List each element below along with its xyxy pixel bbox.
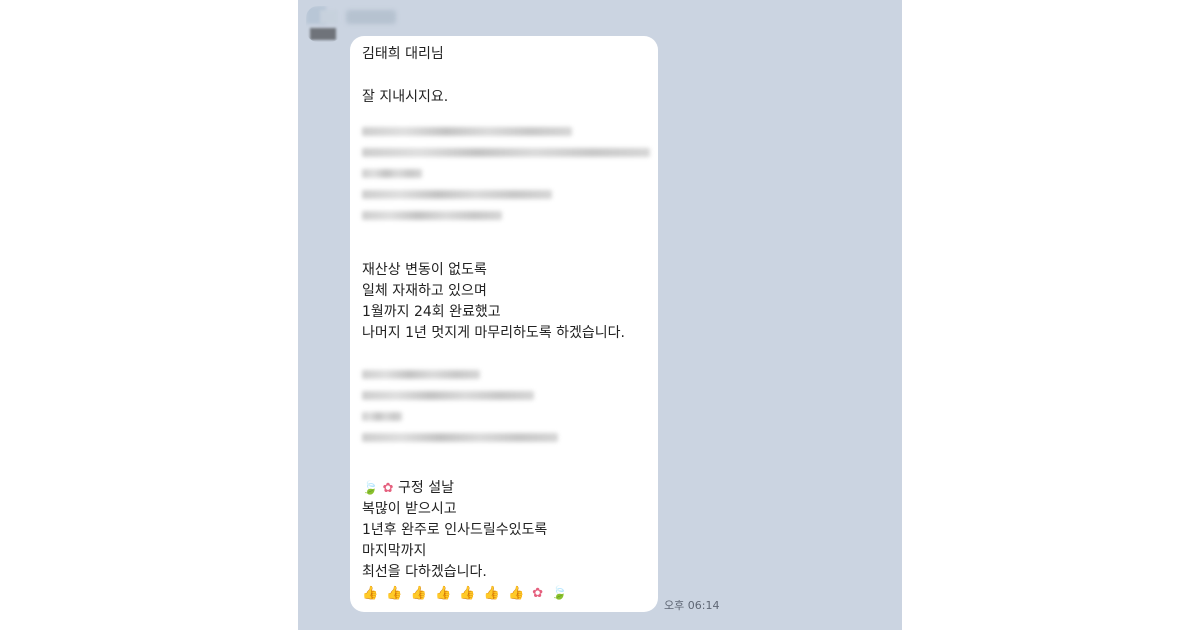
leaf-icon: 🍃 [362, 481, 379, 496]
message-timestamp: 오후 06:14 [664, 599, 720, 612]
redacted-text-block [362, 370, 558, 454]
thumbs-up-icon: 👍 [434, 586, 454, 601]
paragraph-line: 재산상 변동이 없도록 [362, 262, 487, 278]
paragraph-line: 1월까지 24회 완료했고 [362, 304, 501, 320]
leaf-icon: 🍃 [551, 586, 570, 601]
flower-icon: ✿ [532, 586, 546, 601]
greeting-text: 김태희 대리님 [362, 46, 444, 62]
thumbs-up-icon: 👍 [459, 586, 478, 601]
paragraph-line: 나머지 1년 멋지게 마무리하도록 하겠습니다. [362, 325, 625, 341]
emoji-row: 👍 👍 👍 👍 👍 👍 👍 ✿ 🍃 [362, 586, 570, 606]
thumbs-up-icon: 👍 [410, 586, 429, 601]
flower-icon: ✿ [382, 481, 394, 496]
thumbs-up-icon: 👍 [362, 586, 381, 601]
paragraph-line: 최선을 다하겠습니다. [362, 564, 487, 580]
paragraph-line: 일체 자재하고 있으며 [362, 283, 487, 299]
paragraph-line: 마지막까지 [362, 543, 427, 559]
thumbs-up-icon: 👍 [386, 586, 405, 601]
thumbs-up-icon: 👍 [507, 586, 527, 601]
paragraph-line: 1년후 완주로 인사드릴수있도록 [362, 522, 548, 538]
thumbs-up-icon: 👍 [483, 586, 502, 601]
intro-text: 잘 지내시지요. [362, 89, 449, 105]
sender-name-redacted [346, 10, 396, 24]
redacted-text-block [362, 127, 650, 232]
message-bubble[interactable]: 김태희 대리님 잘 지내시지요. 재산상 변동이 없도록 일체 자재하고 있으며… [350, 36, 658, 612]
avatar[interactable] [306, 6, 342, 42]
paragraph-greetings: 🍃 ✿ 구정 설날 복많이 받으시고 1년후 완주로 인사드릴수있도록 마지막까… [362, 478, 547, 583]
chat-panel: 김태희 대리님 잘 지내시지요. 재산상 변동이 없도록 일체 자재하고 있으며… [298, 0, 902, 630]
paragraph-status: 재산상 변동이 없도록 일체 자재하고 있으며 1월까지 24회 완료했고 나머… [362, 260, 625, 344]
paragraph-line: 복많이 받으시고 [362, 501, 457, 517]
